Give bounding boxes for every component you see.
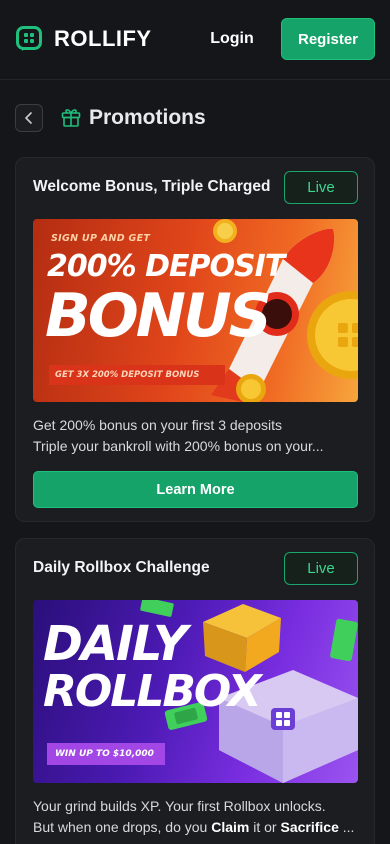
banner-headline-2: ROLLBOX xyxy=(43,666,262,717)
description-line: Get 200% bonus on your first 3 deposits xyxy=(33,417,283,433)
description-line: Your grind builds XP. Your first Rollbox… xyxy=(33,798,326,814)
promotion-banner[interactable]: DAILY ROLLBOX WIN UP TO $10,000 xyxy=(33,600,358,783)
banner-kicker: SIGN UP AND GET xyxy=(51,233,151,244)
status-badge: Live xyxy=(284,171,358,204)
deposit-bonus-image: SIGN UP AND GET 200% DEPOSIT BONUS GET 3… xyxy=(33,219,358,402)
banner-headline-2: BONUS xyxy=(45,281,272,351)
banner-headline-1: 200% DEPOSIT xyxy=(47,249,285,284)
description-text: it or xyxy=(249,819,281,835)
promotion-card: Welcome Bonus, Triple Charged Live SIGN … xyxy=(15,157,375,522)
brand-name: ROLLIFY xyxy=(54,26,152,51)
banner-headline-1: DAILY xyxy=(43,616,188,672)
page-title: Promotions xyxy=(89,106,206,129)
promotion-title: Daily Rollbox Challenge xyxy=(33,559,210,576)
claim-emphasis: Claim xyxy=(211,819,250,835)
chevron-left-icon xyxy=(25,112,32,124)
description-text: ... xyxy=(338,819,355,835)
promotion-banner[interactable]: SIGN UP AND GET 200% DEPOSIT BONUS GET 3… xyxy=(33,219,358,402)
sacrifice-emphasis: Sacrifice xyxy=(280,819,339,835)
back-button[interactable] xyxy=(15,104,43,132)
daily-rollbox-image: DAILY ROLLBOX WIN UP TO $10,000 xyxy=(33,600,358,783)
register-button[interactable]: Register xyxy=(281,18,375,60)
brand-logo[interactable]: ROLLIFY xyxy=(16,26,152,52)
status-badge: Live xyxy=(284,552,358,585)
top-header: ROLLIFY Login Register xyxy=(0,0,390,80)
promotion-title: Welcome Bonus, Triple Charged xyxy=(33,178,271,195)
learn-more-button[interactable]: Learn More xyxy=(33,471,358,508)
description-text: But when one drops, do you xyxy=(33,819,212,835)
promotion-card: Daily Rollbox Challenge Live DAILY ROLLB… xyxy=(15,538,375,844)
gift-icon xyxy=(61,109,81,127)
banner-strip: WIN UP TO $10,000 xyxy=(47,743,165,765)
promotion-description: Get 200% bonus on your first 3 deposits … xyxy=(33,415,358,457)
description-line: Triple your bankroll with 200% bonus on … xyxy=(33,438,324,454)
promotion-description: Your grind builds XP. Your first Rollbox… xyxy=(33,796,358,838)
banner-strip: GET 3X 200% DEPOSIT BONUS xyxy=(49,365,225,385)
login-button[interactable]: Login xyxy=(194,18,270,60)
logo-icon xyxy=(16,26,42,51)
description-line: But when one drops, do you Claim it or S… xyxy=(33,817,358,838)
